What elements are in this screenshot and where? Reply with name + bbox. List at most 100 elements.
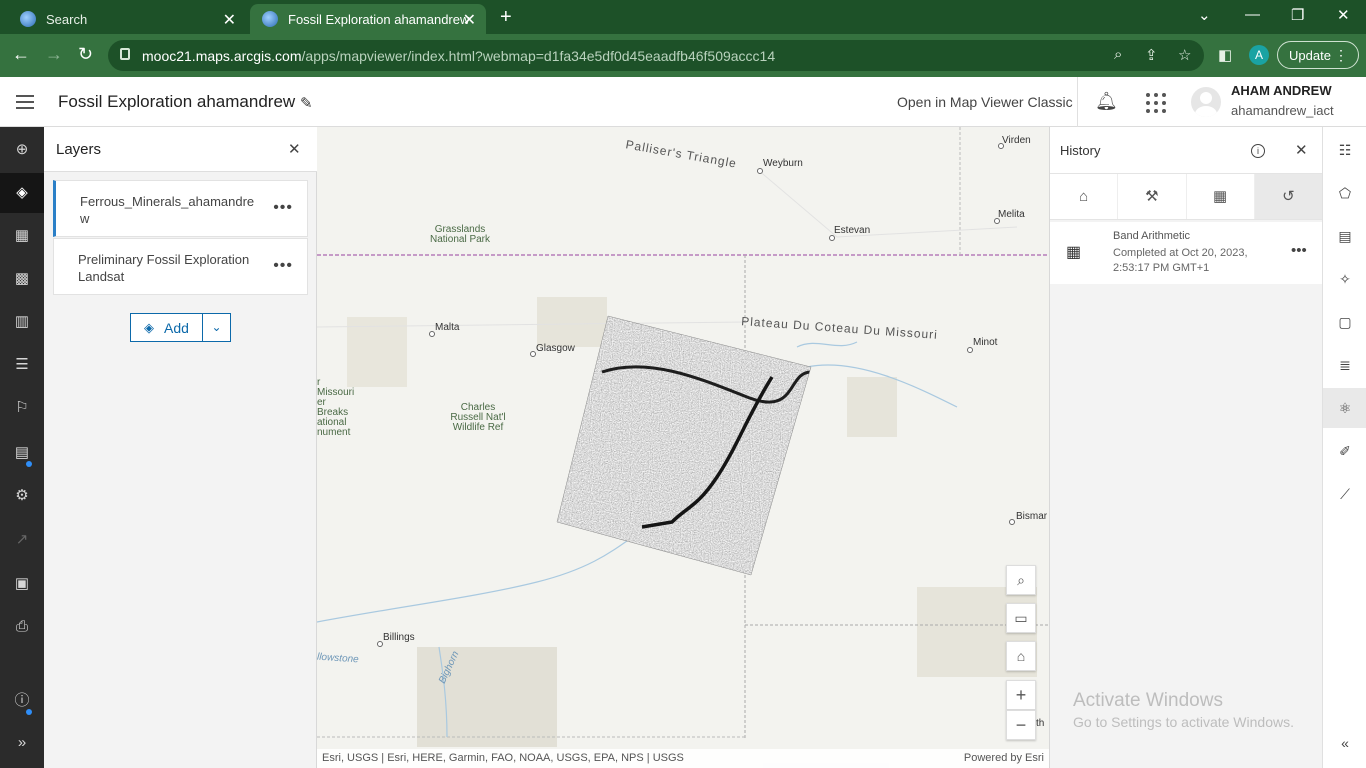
open-classic-link[interactable]: Open in Map Viewer Classic <box>897 94 1073 110</box>
update-button[interactable]: Update ⋮ <box>1277 41 1359 69</box>
share-icon[interactable]: ⇪ <box>1145 46 1158 64</box>
layers-panel-title: Layers <box>56 141 102 158</box>
effects-icon[interactable]: ✧ <box>1323 259 1366 299</box>
app-launcher-icon[interactable] <box>1146 93 1166 113</box>
layers-icon[interactable]: ◈ <box>0 173 44 213</box>
forward-icon[interactable]: → <box>45 44 63 65</box>
share-map-icon[interactable]: ↗ <box>0 520 44 560</box>
tab-home[interactable]: ⌂ <box>1050 174 1119 219</box>
tables-icon[interactable]: ▦ <box>0 216 44 256</box>
update-label: Update <box>1289 47 1331 63</box>
terrain-patch <box>847 377 897 437</box>
close-icon[interactable]: ✕ <box>463 10 476 30</box>
powered-by[interactable]: Powered by Esri <box>964 749 1044 768</box>
zoom-in-button[interactable]: + <box>1006 680 1036 710</box>
info-icon[interactable]: i <box>1251 144 1265 158</box>
user-name[interactable]: AHAM ANDREW <box>1231 83 1332 98</box>
expand-icon[interactable]: » <box>0 723 44 763</box>
new-tab-icon[interactable]: + <box>500 6 512 29</box>
layer-name: Ferrous_Minerals_ahamandrew <box>80 194 255 226</box>
map-label-missouri-breaks: r Missouri er Breaks ational nument <box>317 377 355 438</box>
history-entry-status: Completed at Oct 20, 2023, 2:53:17 PM GM… <box>1113 247 1248 274</box>
map-label-glasgow: Glasgow <box>536 343 575 354</box>
restore-icon[interactable]: ❐ <box>1291 6 1304 24</box>
map-label-grasslands: Grasslands National Park <box>429 224 491 245</box>
layer-name: Preliminary Fossil Exploration Landsat <box>78 252 250 284</box>
map-label-charles-russell: Charles Russell Nat'l Wildlife Ref <box>450 402 506 433</box>
zoom-icon[interactable]: ⌕ <box>1114 46 1122 63</box>
close-icon[interactable]: ✕ <box>223 10 236 30</box>
more-options-icon[interactable]: ••• <box>1291 242 1307 259</box>
more-options-icon[interactable]: ••• <box>273 199 293 216</box>
back-icon[interactable]: ← <box>12 44 30 65</box>
bookmarks-icon[interactable]: ⚐ <box>0 388 44 428</box>
windows-watermark-subtitle: Go to Settings to activate Windows. <box>1073 714 1294 730</box>
properties-icon[interactable]: ☷ <box>1323 130 1366 170</box>
chevron-down-icon[interactable]: ⌄ <box>203 314 230 341</box>
chevron-down-icon[interactable]: ⌄ <box>1198 6 1211 24</box>
analysis-icon[interactable]: ⚛ <box>1323 388 1366 428</box>
styles-icon[interactable]: ⬠ <box>1323 173 1366 213</box>
popups-icon[interactable]: ▢ <box>1323 302 1366 342</box>
search-icon[interactable]: ⌕ <box>1006 565 1036 595</box>
close-icon[interactable]: ✕ <box>1295 141 1308 159</box>
minimize-icon[interactable]: — <box>1245 6 1260 23</box>
user-avatar[interactable] <box>1191 87 1221 117</box>
browser-tab-fossil[interactable]: Fossil Exploration ahamandrew ✕ <box>250 4 486 34</box>
basemap-icon[interactable]: ▩ <box>0 259 44 299</box>
city-marker <box>967 347 973 353</box>
close-icon[interactable]: ✕ <box>288 140 301 158</box>
city-marker <box>429 331 435 337</box>
map-attribution: Esri, USGS | Esri, HERE, Garmin, FAO, NO… <box>317 749 1049 768</box>
attribution-text: Esri, USGS | Esri, HERE, Garmin, FAO, NO… <box>322 752 684 764</box>
window-close-icon[interactable]: ✕ <box>1337 6 1350 24</box>
road <box>756 168 1018 238</box>
settings-gear-icon[interactable]: ⚙ <box>0 476 44 516</box>
divider <box>1077 77 1078 127</box>
raster-function-icon: ▦ <box>1066 244 1082 261</box>
legend-icon[interactable]: ☰ <box>0 345 44 385</box>
history-panel-title: History <box>1060 143 1101 158</box>
tab-raster-functions[interactable]: ▦ <box>1187 174 1255 219</box>
charts-icon[interactable]: ▥ <box>0 302 44 342</box>
display-icon[interactable]: ▭ <box>1006 603 1036 633</box>
print-icon[interactable]: ⎙ <box>0 607 44 647</box>
bookmark-star-icon[interactable]: ☆ <box>1178 46 1191 64</box>
fields-icon[interactable]: ≣ <box>1323 345 1366 385</box>
tab-history[interactable]: ↺ <box>1254 174 1323 219</box>
hamburger-menu-icon[interactable] <box>16 95 34 109</box>
profile-avatar[interactable]: A <box>1249 45 1269 65</box>
city-marker <box>1009 519 1015 525</box>
reload-icon[interactable]: ↻ <box>78 44 93 65</box>
measure-icon[interactable]: ⟋ <box>1323 474 1366 514</box>
more-options-icon[interactable]: ••• <box>273 257 293 274</box>
map-label-minot: Minot <box>973 337 998 348</box>
collapse-icon[interactable]: « <box>1323 723 1366 763</box>
info-icon[interactable]: ⓘ <box>0 681 44 721</box>
layer-item[interactable]: Ferrous_Minerals_ahamandrew ••• <box>53 180 308 237</box>
browser-tab-search[interactable]: Search ✕ <box>8 4 246 34</box>
raster-functions-icon[interactable]: ▤ <box>1323 216 1366 256</box>
city-marker <box>829 235 835 241</box>
river <box>317 526 648 623</box>
history-panel: History i ✕ ⌂ ⚒ ▦ ↺ ▦ Band Arithmetic Co… <box>1049 127 1323 768</box>
tab-tools[interactable]: ⚒ <box>1118 174 1187 219</box>
url-bar[interactable]: mooc21.maps.arcgis.com/apps/mapviewer/in… <box>108 40 1204 71</box>
home-icon[interactable]: ⌂ <box>1006 641 1036 671</box>
user-handle[interactable]: ahamandrew_iact <box>1231 103 1334 118</box>
add-layer-button[interactable]: ◈ Add ⌄ <box>130 313 231 342</box>
create-app-icon[interactable]: ▣ <box>0 564 44 604</box>
add-button-main[interactable]: ◈ Add <box>131 314 203 341</box>
layer-item[interactable]: Preliminary Fossil Exploration Landsat •… <box>53 238 308 295</box>
save-folder-icon[interactable]: ▤ <box>0 433 44 473</box>
edit-pencil-icon[interactable]: ✎ <box>300 94 313 112</box>
add-layer-icon[interactable]: ⊕ <box>0 130 44 170</box>
river <box>796 341 858 348</box>
layers-panel-header: Layers ✕ <box>44 127 317 172</box>
history-entry[interactable]: ▦ Band Arithmetic Completed at Oct 20, 2… <box>1050 222 1323 284</box>
sketch-icon[interactable]: ✐ <box>1323 431 1366 471</box>
side-panel-icon[interactable]: ◧ <box>1218 46 1232 64</box>
bell-icon[interactable]: 🔔︎ <box>1095 91 1118 112</box>
zoom-out-button[interactable]: − <box>1006 710 1036 740</box>
map-view[interactable]: Palliser's Triangle Weyburn Virden Melit… <box>317 127 1049 768</box>
